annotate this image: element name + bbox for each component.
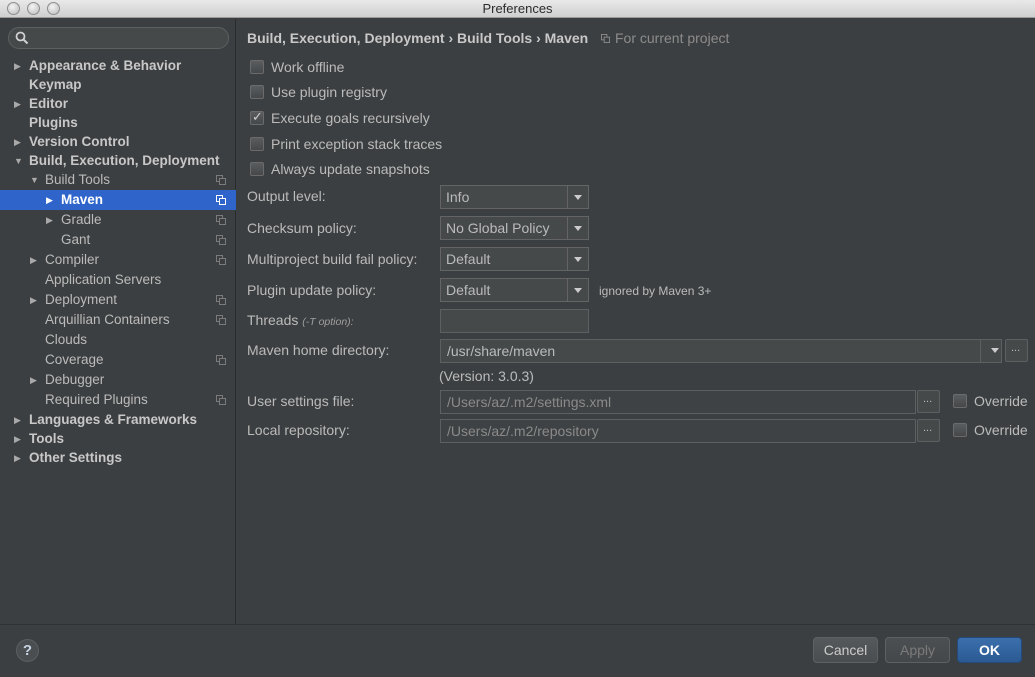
print-exception-stack-traces-label[interactable]: Print exception stack traces	[271, 136, 442, 152]
project-scope-icon	[216, 315, 226, 325]
use-plugin-registry-label[interactable]: Use plugin registry	[271, 84, 387, 100]
local-repository-input[interactable]: /Users/az/.m2/repository	[440, 419, 916, 443]
plugin-update-hint: ignored by Maven 3+	[599, 284, 712, 298]
maven-settings-panel: Build, Execution, Deployment › Build Too…	[237, 19, 1035, 624]
project-scope-icon	[216, 295, 226, 305]
plugin-update-policy-select[interactable]: Default	[440, 278, 589, 302]
expand-arrow-icon[interactable]: ▶	[30, 290, 40, 310]
expand-arrow-icon[interactable]: ▶	[14, 132, 24, 152]
sidebar-item-gant[interactable]: Gant	[0, 230, 236, 250]
expand-arrow-icon[interactable]: ▶	[14, 429, 24, 449]
checksum-policy-select[interactable]: No Global Policy	[440, 216, 589, 240]
help-button[interactable]: ?	[16, 639, 39, 662]
expand-arrow-icon[interactable]: ▶	[46, 210, 56, 230]
sidebar-item-languages-frameworks[interactable]: ▶ Languages & Frameworks	[0, 410, 236, 430]
maven-version-text: (Version: 3.0.3)	[439, 368, 534, 384]
user-settings-override-label[interactable]: Override	[974, 393, 1028, 409]
user-settings-input[interactable]: /Users/az/.m2/settings.xml	[440, 390, 916, 414]
work-offline-label[interactable]: Work offline	[271, 59, 344, 75]
sidebar-item-plugins[interactable]: Plugins	[0, 113, 236, 133]
use-plugin-registry-checkbox[interactable]	[250, 85, 264, 99]
sidebar-item-tools[interactable]: ▶ Tools	[0, 429, 236, 449]
search-input[interactable]	[8, 27, 229, 49]
sidebar-item-appearance[interactable]: ▶ Appearance & Behavior	[0, 56, 236, 76]
scope-note-text: For current project	[615, 30, 730, 46]
sidebar-item-required-plugins[interactable]: Required Plugins	[0, 390, 236, 410]
checksum-policy-label: Checksum policy:	[247, 220, 357, 236]
search-icon	[15, 31, 29, 45]
expand-arrow-icon[interactable]: ▶	[14, 56, 24, 76]
expand-arrow-icon[interactable]: ▶	[30, 370, 40, 390]
collapse-arrow-icon[interactable]: ▼	[14, 151, 24, 171]
browse-user-settings-button[interactable]	[917, 390, 940, 413]
project-scope-icon	[216, 195, 226, 205]
execute-goals-recursively-checkbox[interactable]	[250, 109, 264, 125]
multiproject-fail-policy-label: Multiproject build fail policy:	[247, 251, 418, 267]
always-update-snapshots-checkbox[interactable]	[250, 162, 264, 176]
sidebar-item-other-settings[interactable]: ▶ Other Settings	[0, 448, 236, 468]
project-scope-icon	[216, 395, 226, 405]
sidebar-item-arquillian-containers[interactable]: Arquillian Containers	[0, 310, 236, 330]
chevron-down-icon[interactable]	[567, 186, 588, 208]
chevron-down-icon[interactable]	[567, 279, 588, 301]
settings-sidebar: ▶ Appearance & Behavior Keymap ▶ Editor …	[0, 19, 236, 624]
user-settings-label: User settings file:	[247, 393, 355, 409]
ok-button[interactable]: OK	[957, 637, 1022, 663]
print-exception-stack-traces-checkbox[interactable]	[250, 137, 264, 151]
chevron-down-icon[interactable]	[567, 248, 588, 270]
plugin-update-policy-label: Plugin update policy:	[247, 282, 377, 298]
browse-maven-home-button[interactable]	[1005, 339, 1028, 362]
apply-button[interactable]: Apply	[885, 637, 950, 663]
sidebar-item-keymap[interactable]: Keymap	[0, 75, 236, 95]
sidebar-item-build-tools[interactable]: ▼ Build Tools	[0, 170, 236, 190]
local-repository-override-label[interactable]: Override	[974, 422, 1028, 438]
window-title: Preferences	[482, 1, 553, 16]
maven-home-label: Maven home directory:	[247, 342, 390, 358]
expand-arrow-icon[interactable]: ▶	[30, 250, 40, 270]
threads-label: Threads (-T option):	[247, 312, 354, 328]
expand-arrow-icon[interactable]: ▶	[46, 190, 56, 210]
collapse-arrow-icon[interactable]: ▼	[30, 170, 40, 190]
sidebar-item-gradle[interactable]: ▶ Gradle	[0, 210, 236, 230]
project-scope-icon	[216, 235, 226, 245]
expand-arrow-icon[interactable]: ▶	[14, 410, 24, 430]
title-bar: Preferences	[0, 0, 1035, 18]
breadcrumb: Build, Execution, Deployment › Build Too…	[247, 30, 589, 46]
sidebar-item-application-servers[interactable]: Application Servers	[0, 270, 236, 290]
project-scope-icon	[216, 255, 226, 265]
project-scope-icon	[216, 215, 226, 225]
threads-input[interactable]	[440, 309, 589, 333]
output-level-select[interactable]: Info	[440, 185, 589, 209]
chevron-down-icon[interactable]	[567, 217, 588, 239]
sidebar-item-editor[interactable]: ▶ Editor	[0, 94, 236, 114]
maven-home-select[interactable]: /usr/share/maven	[440, 339, 1002, 363]
cancel-button[interactable]: Cancel	[813, 637, 878, 663]
local-repository-override-checkbox[interactable]	[953, 423, 967, 437]
always-update-snapshots-label[interactable]: Always update snapshots	[271, 161, 430, 177]
browse-local-repository-button[interactable]	[917, 419, 940, 442]
sidebar-item-maven[interactable]: ▶ Maven	[0, 190, 236, 210]
expand-arrow-icon[interactable]: ▶	[14, 448, 24, 468]
scope-note: For current project	[601, 30, 729, 46]
sidebar-item-version-control[interactable]: ▶ Version Control	[0, 132, 236, 152]
sidebar-item-compiler[interactable]: ▶ Compiler	[0, 250, 236, 270]
project-scope-icon	[601, 34, 610, 43]
execute-goals-recursively-label[interactable]: Execute goals recursively	[271, 110, 430, 126]
project-scope-icon	[216, 175, 226, 185]
sidebar-item-build-execution-deployment[interactable]: ▼ Build, Execution, Deployment	[0, 151, 236, 171]
multiproject-fail-policy-select[interactable]: Default	[440, 247, 589, 271]
chevron-down-glyph	[991, 348, 999, 353]
local-repository-label: Local repository:	[247, 422, 350, 438]
work-offline-checkbox[interactable]	[250, 60, 264, 74]
output-level-label: Output level:	[247, 188, 326, 204]
dialog-button-bar: ? Cancel Apply OK	[0, 624, 1035, 677]
user-settings-override-checkbox[interactable]	[953, 394, 967, 408]
sidebar-item-debugger[interactable]: ▶ Debugger	[0, 370, 236, 390]
sidebar-item-deployment[interactable]: ▶ Deployment	[0, 290, 236, 310]
expand-arrow-icon[interactable]: ▶	[14, 94, 24, 114]
project-scope-icon	[216, 355, 226, 365]
sidebar-item-coverage[interactable]: Coverage	[0, 350, 236, 370]
sidebar-item-clouds[interactable]: Clouds	[0, 330, 236, 350]
